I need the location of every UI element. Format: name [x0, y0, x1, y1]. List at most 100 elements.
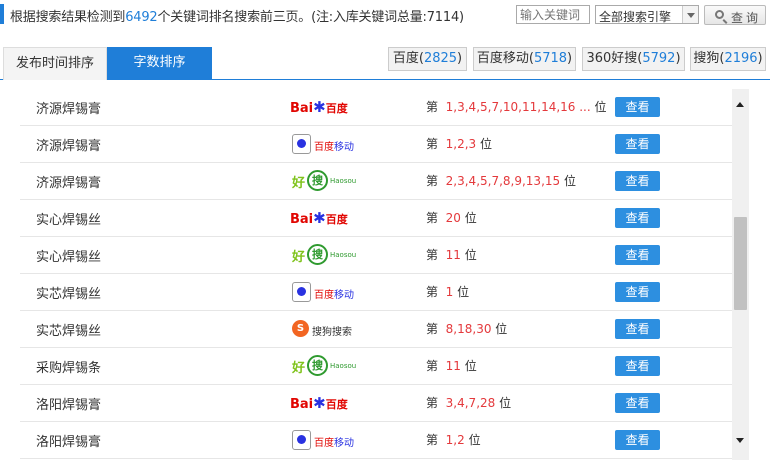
- rank-positions: 第 1 位: [426, 283, 469, 300]
- table-row: 洛阳焊锡膏 Bai✱百度 第 3,4,7,28 位 查看: [20, 385, 732, 422]
- paw-icon: ✱: [313, 394, 326, 412]
- table-row: 济源焊锡膏 Bai✱百度 第 1,3,4,5,7,10,11,14,16 ... 位…: [20, 89, 732, 126]
- search-icon: [715, 10, 724, 19]
- summary-accent: [0, 4, 4, 24]
- keyword: 洛阳焊锡膏: [36, 435, 102, 450]
- rank-numbers: 11: [445, 248, 461, 262]
- logo-text: Haosou: [330, 251, 357, 259]
- engine-tab-count: 5718: [533, 51, 568, 66]
- tab-sort-by-length[interactable]: 字数排序: [107, 47, 212, 80]
- rank-prefix: 第: [426, 433, 439, 447]
- tab-sort-by-time[interactable]: 发布时间排序: [3, 47, 107, 80]
- logo-text: 搜: [307, 355, 328, 376]
- engine-tab-label: 百度: [392, 51, 419, 66]
- app-icon: [292, 430, 311, 450]
- table-row: 实心焊锡丝 好搜 Haosou 第 11 位 查看: [20, 237, 732, 274]
- rank-numbers: 2,3,4,5,7,8,9,13,15: [445, 174, 561, 188]
- view-button[interactable]: 查看: [615, 134, 660, 154]
- ranking-list: 济源焊锡膏 Bai✱百度第 1,3,4,5,7,10,11,14,16 ... 位…: [20, 89, 732, 460]
- engine-tab-baidu-mobile[interactable]: 百度移动(5718): [473, 47, 576, 71]
- engine-tab-label: 百度移动: [476, 51, 529, 66]
- logo-text: 好: [292, 176, 306, 191]
- engine-tab-baidu[interactable]: 百度(2825): [388, 47, 467, 71]
- view-button[interactable]: 查看: [615, 97, 660, 117]
- logo-text: 好: [292, 250, 306, 265]
- view-button[interactable]: 查看: [615, 282, 660, 302]
- chevron-down-icon[interactable]: [682, 6, 698, 23]
- view-button[interactable]: 查看: [615, 319, 660, 339]
- view-button[interactable]: 查看: [615, 430, 660, 450]
- view-button[interactable]: 查看: [615, 208, 660, 228]
- rank-prefix: 第: [426, 285, 439, 299]
- keyword: 实芯焊锡丝: [36, 287, 102, 302]
- rank-numbers: 11: [445, 359, 461, 373]
- sogou-logo-icon: S 搜狗搜索: [290, 317, 354, 342]
- rank-suffix: 位: [499, 396, 512, 410]
- view-button[interactable]: 查看: [615, 393, 660, 413]
- logo-text: 搜: [307, 170, 328, 191]
- logo-text: Bai: [290, 397, 314, 412]
- keyword: 济源焊锡膏: [36, 102, 102, 117]
- keyword: 洛阳焊锡膏: [36, 398, 102, 413]
- haosou-logo-icon: 好搜 Haosou: [290, 169, 356, 194]
- baidu-logo-icon: Bai✱百度: [290, 206, 354, 231]
- tabs-row: 发布时间排序 字数排序 百度(2825) 百度移动(5718) 360好搜(57…: [0, 44, 770, 80]
- rank-prefix: 第: [426, 100, 439, 114]
- paw-icon: ✱: [313, 98, 326, 116]
- rank-numbers: 1: [445, 285, 454, 299]
- logo-text-part: 百度: [314, 142, 334, 153]
- engine-select[interactable]: 全部搜索引擎: [595, 5, 699, 24]
- keyword: 实心焊锡丝: [36, 213, 102, 228]
- app-icon: [292, 282, 311, 302]
- rank-prefix: 第: [426, 322, 439, 336]
- logo-text: 搜: [307, 244, 328, 265]
- rank-prefix: 第: [426, 248, 439, 262]
- rank-prefix: 第: [426, 359, 439, 373]
- logo-text: Bai: [290, 212, 314, 227]
- table-row: 采购焊锡条 好搜 Haosou 第 11 位 查看: [20, 348, 732, 385]
- rank-suffix: 位: [495, 322, 508, 336]
- view-button[interactable]: 查看: [615, 171, 660, 191]
- keyword: 实心焊锡丝: [36, 250, 102, 265]
- rank-suffix: 位: [464, 211, 477, 225]
- engine-tab-haosou[interactable]: 360好搜(5792): [582, 47, 685, 71]
- query-button-label: 查询: [731, 11, 762, 25]
- view-button[interactable]: 查看: [615, 356, 660, 376]
- engine-select-value: 全部搜索引擎: [599, 10, 672, 24]
- logo-text: 百度: [325, 213, 348, 226]
- rank-suffix: 位: [480, 137, 493, 151]
- app-icon: [292, 134, 311, 154]
- logo-text: 百度移动: [314, 138, 354, 153]
- view-button[interactable]: 查看: [615, 245, 660, 265]
- keyword: 济源焊锡膏: [36, 139, 102, 154]
- rank-positions: 第 11 位: [426, 246, 477, 263]
- keyword: 采购焊锡条: [36, 361, 102, 376]
- query-button[interactable]: 查询: [704, 5, 766, 25]
- list-scrollbar[interactable]: [732, 89, 749, 460]
- logo-text: Bai: [290, 101, 314, 116]
- table-row: 济源焊锡膏 好搜 Haosou 第 2,3,4,5,7,8,9,13,15 位 查看: [20, 163, 732, 200]
- table-row: 济源焊锡膏 百度移动 第 1,2,3 位 查看: [20, 126, 732, 163]
- rank-positions: 第 8,18,30 位: [426, 320, 507, 337]
- engine-tab-count: 5792: [642, 51, 676, 66]
- rank-positions: 第 3,4,7,28 位: [426, 394, 511, 411]
- rank-suffix: 位: [464, 248, 477, 262]
- keyword-search-input[interactable]: [516, 5, 590, 24]
- scroll-down-icon[interactable]: [736, 438, 744, 443]
- logo-mark: S: [292, 320, 309, 337]
- rank-prefix: 第: [426, 174, 439, 188]
- rank-numbers: 1,3,4,5,7,10,11,14,16 ...: [445, 100, 591, 114]
- scroll-up-icon[interactable]: [736, 102, 744, 107]
- rank-numbers: 8,18,30: [445, 322, 492, 336]
- engine-tab-sogou[interactable]: 搜狗(2196): [690, 47, 766, 71]
- logo-text: 搜狗搜索: [312, 327, 352, 338]
- summary-suffix: 个关键词排名搜索前三页。(注:入库关键词总量:7114): [157, 10, 465, 25]
- rank-prefix: 第: [426, 137, 439, 151]
- rank-suffix: 位: [468, 433, 481, 447]
- scroll-thumb[interactable]: [734, 217, 747, 310]
- engine-tab-label: 搜狗: [693, 51, 720, 66]
- rank-positions: 第 11 位: [426, 357, 477, 374]
- rank-positions: 第 1,2,3 位: [426, 135, 492, 152]
- paw-icon: ✱: [313, 209, 326, 227]
- haosou-logo-icon: 好搜 Haosou: [290, 243, 357, 268]
